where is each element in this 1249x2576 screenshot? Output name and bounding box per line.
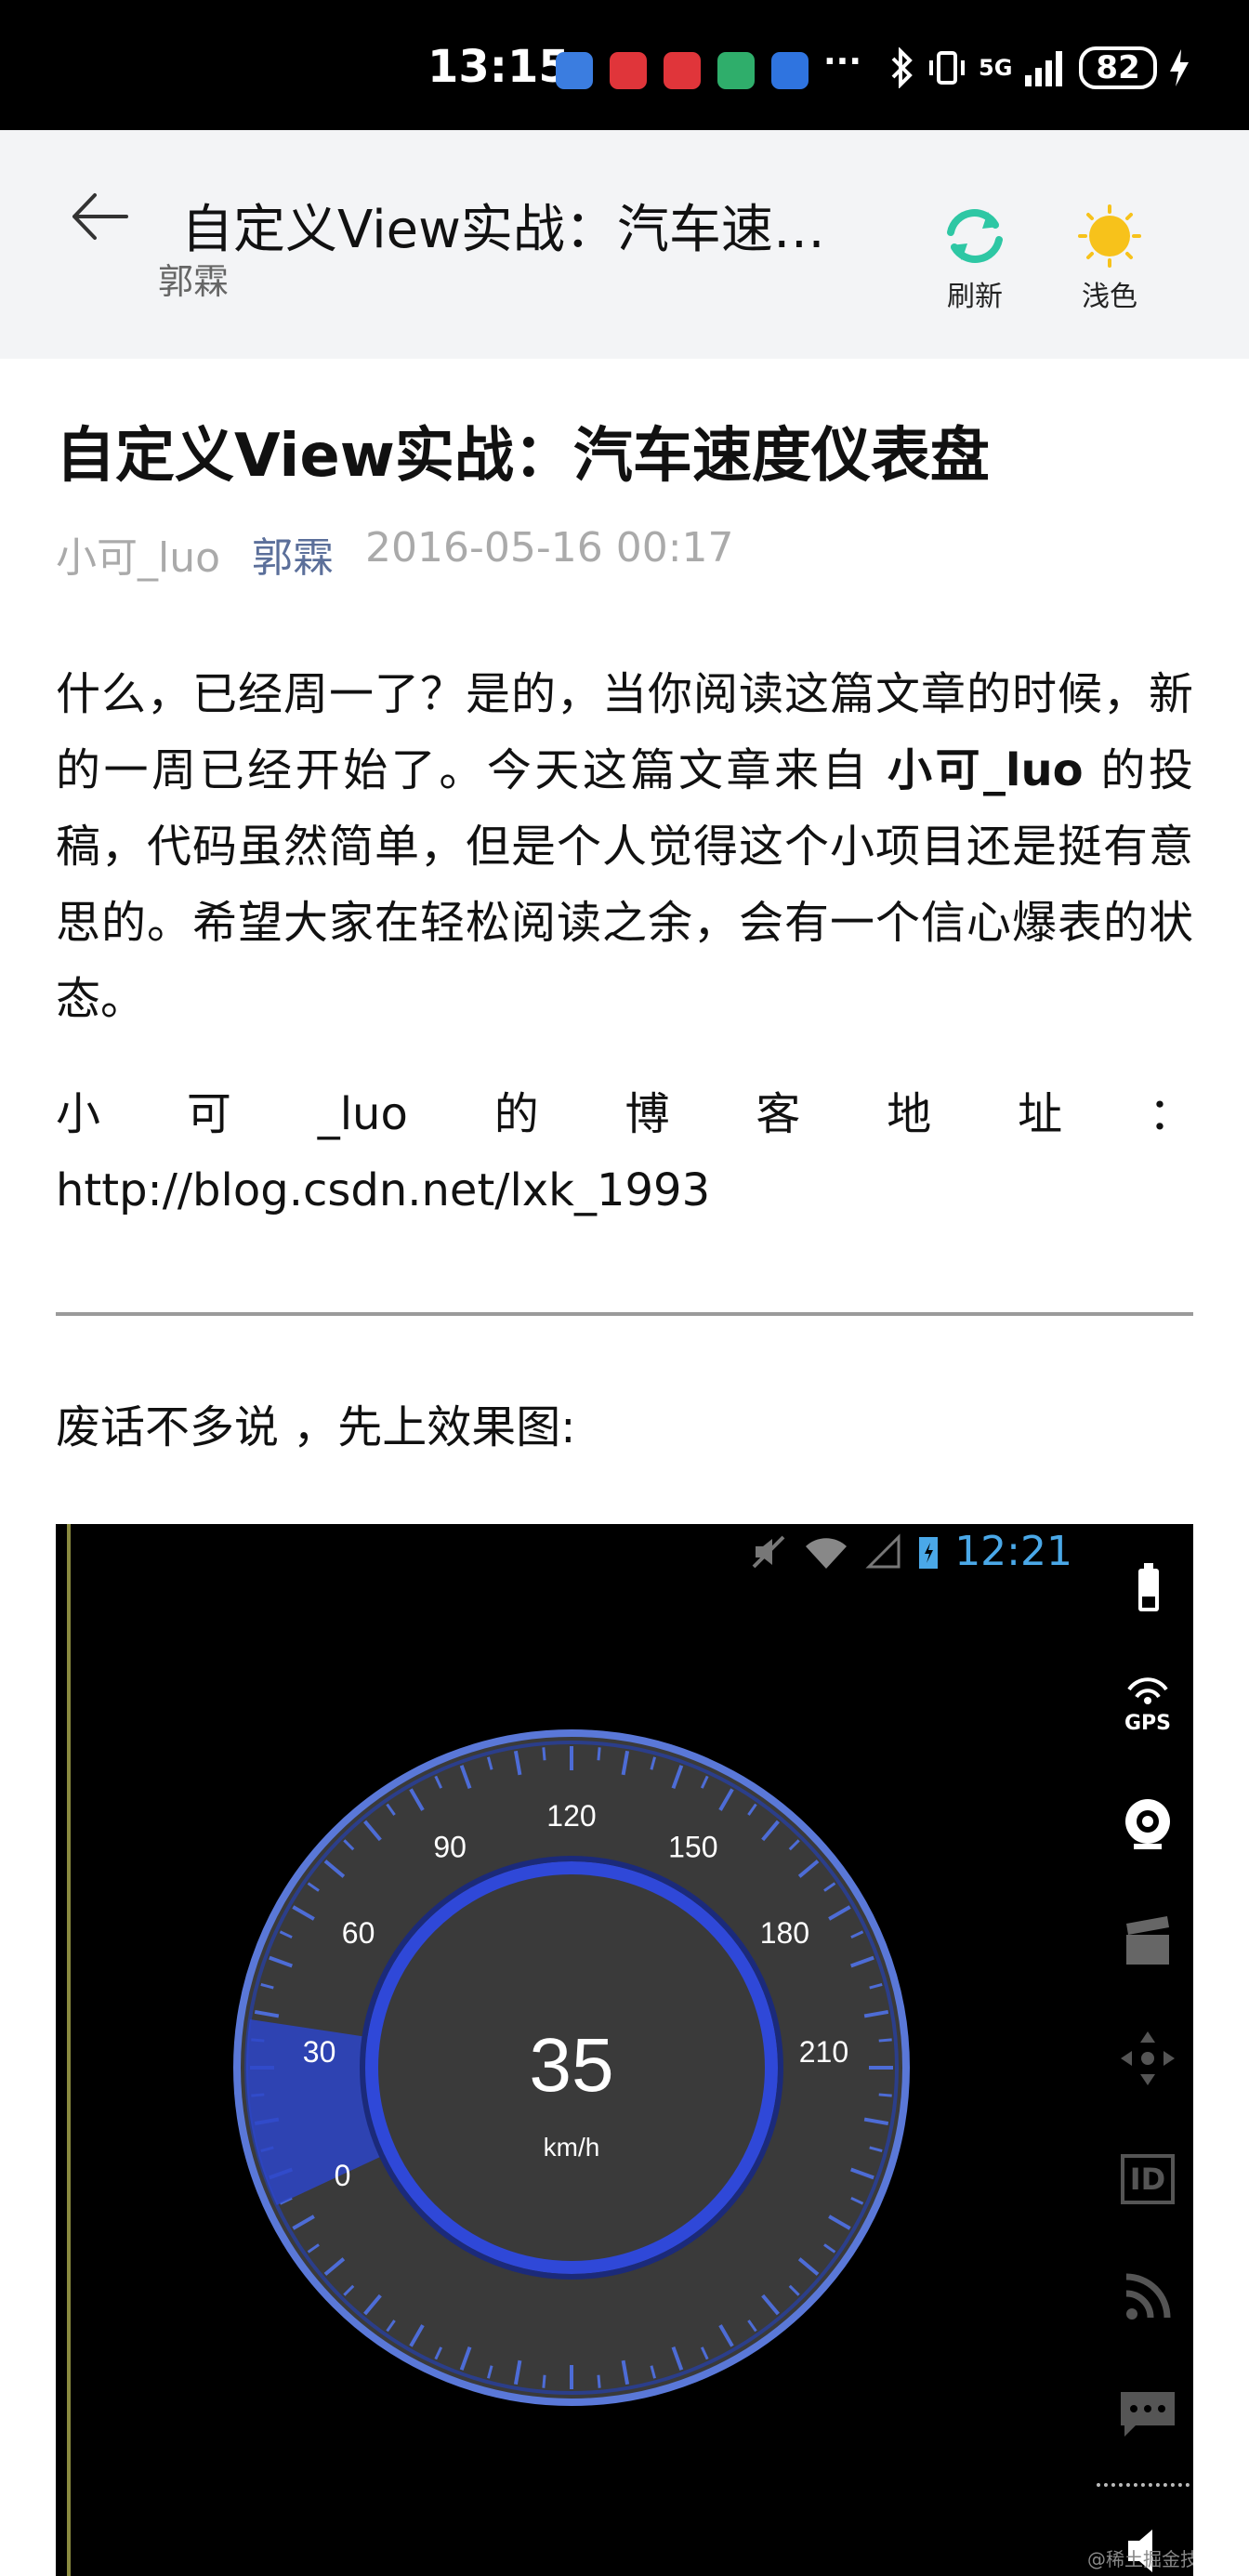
- header-subtitle: 郭霖: [158, 261, 230, 302]
- intro-text: 废话不多说 ，先上效果图:: [56, 1401, 576, 1453]
- article: 自定义View实战：汽车速度仪表盘 小可_luo 郭霖 2016-05-16 0…: [56, 359, 1193, 1455]
- gauge-tick-label: 0: [335, 2159, 351, 2192]
- battery-icon: [919, 1536, 939, 1569]
- blog-label-char: 址: [1018, 1088, 1063, 1140]
- article-title: 自定义View实战：汽车速度仪表盘: [56, 422, 990, 491]
- back-button[interactable]: [67, 184, 132, 249]
- blog-label-char: 地: [887, 1088, 932, 1140]
- huawei-app-icon: [610, 52, 647, 89]
- image-edge: [67, 1524, 71, 2576]
- browser-app-icon: [771, 52, 809, 89]
- move-icon: [1121, 2031, 1175, 2085]
- blog-label-char: 客: [756, 1088, 801, 1140]
- back-arrow-icon: [72, 193, 128, 240]
- huawei-app-icon: [664, 52, 701, 89]
- gauge-tick: [542, 1747, 546, 1761]
- status-bar: 13:15 ··· 5G 82: [0, 0, 1249, 130]
- gauge-tick-label: 120: [546, 1799, 596, 1833]
- status-time: 13:15: [427, 41, 570, 93]
- speed-value: 35: [529, 2023, 613, 2108]
- refresh-label: 刷新: [947, 281, 1003, 313]
- blog-address: 小 可 _luo 的 博 客 地 址 ： http://blog.csdn.ne…: [56, 1076, 1193, 1229]
- mute-icon: [752, 1535, 785, 1568]
- network-type: 5G: [979, 55, 1013, 81]
- gauge-tick: [542, 2374, 546, 2388]
- theme-button[interactable]: 浅色: [1058, 204, 1161, 314]
- gauge-tick-label: 180: [760, 1916, 809, 1950]
- camera-icon: [1125, 1799, 1170, 1849]
- article-meta: 小可_luo 郭霖 2016-05-16 00:17: [56, 524, 1193, 584]
- gauge-tick-label: 210: [799, 2035, 848, 2069]
- signal-icon: [1025, 51, 1063, 86]
- article-date: 2016-05-16 00:17: [365, 524, 734, 572]
- gauge-tick-label: 60: [342, 1916, 375, 1950]
- blog-label: 小 可 _luo 的 博 客 地 址 ：: [56, 1076, 1193, 1152]
- speed-gauge: 0 30 60 90 120 150 180 210 35 km/h: [233, 1729, 910, 2406]
- dotted-separator: [1097, 2483, 1190, 2487]
- blog-url-link[interactable]: http://blog.csdn.net/lxk_1993: [56, 1152, 1193, 1229]
- blog-label-char: _luo: [317, 1088, 408, 1140]
- header-title: 自定义View实战：汽车速度仪表盘: [181, 200, 869, 260]
- article-paragraph: 什么，已经周一了？是的，当你阅读这篇文章的时候，新的一周已经开始了。今天这篇文章…: [56, 656, 1193, 1037]
- notification-icons: [556, 52, 809, 89]
- image-time: 12:21: [954, 1528, 1072, 1575]
- status-right: 5G 82: [887, 46, 1190, 89]
- blog-label-char: 博: [624, 1088, 670, 1140]
- bluetooth-icon: [891, 47, 913, 88]
- gauge-tick-label: 90: [433, 1831, 467, 1864]
- speed-unit: km/h: [544, 2133, 600, 2162]
- rss-icon: [1125, 2273, 1171, 2320]
- cell-signal-icon: [865, 1532, 901, 1568]
- wifi-icon: [806, 1537, 848, 1569]
- message-icon: [1121, 2392, 1175, 2437]
- divider: [56, 1312, 1193, 1316]
- vibrate-icon: [929, 51, 965, 85]
- gps-icon: GPS: [1115, 1673, 1180, 1738]
- article-source[interactable]: 小可_luo: [56, 524, 220, 584]
- gauge-tick: [878, 2038, 892, 2043]
- refresh-icon: [947, 209, 1003, 263]
- watermark: @稀土掘金技术社区: [1087, 2548, 1193, 2570]
- article-image[interactable]: 12:21 0 30 60 90 120 150 180 210 35 km/h GPS ID…: [56, 1524, 1193, 2576]
- clapper-icon: [1126, 1916, 1169, 1965]
- more-icon: ···: [823, 43, 862, 81]
- gauge-tick: [878, 2093, 892, 2097]
- app-header: 自定义View实战：汽车速度仪表盘 郭霖 刷新 浅色: [0, 130, 1249, 359]
- gauge-tick-label: 30: [303, 2035, 336, 2069]
- gauge-tick-label: 150: [668, 1831, 717, 1864]
- sun-icon: [1078, 204, 1141, 268]
- refresh-button[interactable]: 刷新: [924, 204, 1026, 314]
- usb-icon: [556, 52, 593, 89]
- article-author[interactable]: 郭霖: [252, 524, 334, 584]
- home-app-icon: [717, 52, 755, 89]
- blog-label-char: 小: [56, 1088, 101, 1140]
- blog-label-char: ：: [1148, 1088, 1193, 1140]
- battery-icon: [1138, 1563, 1159, 1611]
- id-label: ID: [1121, 2154, 1175, 2204]
- gps-label: GPS: [1124, 1712, 1172, 1735]
- gauge-tick: [597, 2374, 601, 2388]
- paragraph-bold-author: 小可_luo: [887, 744, 1084, 796]
- blog-label-char: 的: [493, 1088, 539, 1140]
- battery-level: 82: [1079, 46, 1157, 89]
- image-status-bar: 12:21: [750, 1528, 1072, 1575]
- id-icon: ID: [1115, 2147, 1180, 2212]
- theme-label: 浅色: [1082, 281, 1137, 313]
- gauge-tick: [597, 1747, 601, 1761]
- blog-label-char: 可: [186, 1088, 231, 1140]
- charging-icon: [1169, 49, 1189, 86]
